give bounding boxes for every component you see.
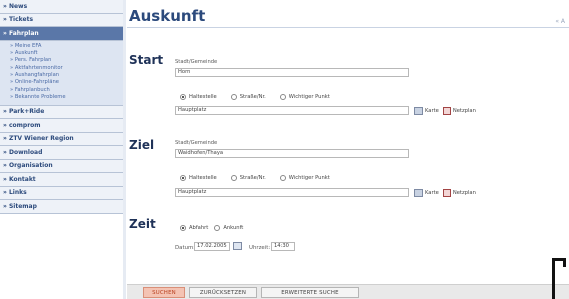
nav-item-comprom[interactable]: » comprom — [0, 119, 123, 133]
calendar-icon[interactable] — [233, 242, 242, 250]
search-button[interactable]: SUCHEN — [143, 287, 185, 298]
zeit-radio-ankunft-label: Ankunft — [223, 225, 244, 231]
ziel-radio-punkt[interactable]: Wichtiger Punkt — [279, 175, 330, 181]
ziel-type-radios: Haltestelle Straße/Nr. Wichtiger Punkt — [180, 175, 344, 181]
ziel-netplan-link[interactable]: Netzplan — [453, 190, 476, 196]
time-caption: Uhrzeit: — [249, 245, 271, 251]
sub-item-pers-fahrplan[interactable]: » Pers. Fahrplan — [0, 57, 123, 64]
zeit-radio-ankunft[interactable]: Ankunft — [214, 225, 243, 231]
ziel-radio-haltestelle-label: Haltestelle — [189, 175, 217, 181]
zeit-type-radios: Abfahrt Ankunft — [180, 225, 257, 231]
date-input[interactable]: 17.02.2005 — [194, 242, 230, 251]
ziel-map-links: Karte Netzplan — [414, 189, 476, 197]
radio-icon — [230, 175, 237, 181]
nav-item-fahrplan[interactable]: » Fahrplan — [0, 27, 123, 41]
start-type-radios: Haltestelle Straße/Nr. Wichtiger Punkt — [180, 94, 344, 100]
title-divider — [127, 27, 569, 28]
main-content: Auskunft « A Start Stadt/Gemeinde Horn H… — [127, 0, 569, 299]
radio-icon — [279, 94, 286, 100]
start-radio-haltestelle[interactable]: Haltestelle — [180, 94, 217, 100]
radio-icon — [214, 225, 221, 231]
sub-item-aushangfahrplan[interactable]: » Aushangfahrplan — [0, 72, 123, 79]
start-radio-punkt[interactable]: Wichtiger Punkt — [279, 94, 330, 100]
cursor-bracket-tick — [563, 258, 566, 267]
start-map-links: Karte Netzplan — [414, 107, 476, 115]
map-icon[interactable] — [414, 107, 423, 115]
start-radio-strasse-label: Straße/Nr. — [239, 94, 266, 100]
network-plan-icon[interactable] — [442, 189, 451, 197]
sub-item-fahrplanbuch[interactable]: » Fahrplanbuch — [0, 87, 123, 94]
zeit-radio-abfahrt[interactable]: Abfahrt — [180, 225, 208, 231]
sub-item-meine-efa[interactable]: » Meine EFA — [0, 43, 123, 50]
ziel-radio-strasse-label: Straße/Nr. — [239, 175, 266, 181]
nav-item-ztv-region[interactable]: » ZTV Wiener Region — [0, 132, 123, 147]
ziel-city-caption: Stadt/Gemeinde — [175, 140, 218, 146]
network-plan-icon[interactable] — [442, 107, 451, 115]
nav-submenu: » Meine EFA » Auskunft » Pers. Fahrplan … — [0, 40, 123, 106]
radio-icon — [279, 175, 286, 181]
sub-item-online-fahrplaene[interactable]: » Online-Fahrpläne — [0, 79, 123, 86]
nav-item-sitemap[interactable]: » Sitemap — [0, 200, 123, 214]
time-input[interactable]: 14:30 — [271, 242, 295, 251]
start-radio-strasse[interactable]: Straße/Nr. — [230, 94, 266, 100]
ziel-radio-punkt-label: Wichtiger Punkt — [288, 175, 330, 181]
start-map-link[interactable]: Karte — [425, 108, 439, 114]
nav-item-tickets[interactable]: » Tickets — [0, 13, 123, 27]
radio-checked-icon — [180, 94, 186, 100]
ziel-radio-strasse[interactable]: Straße/Nr. — [230, 175, 266, 181]
start-city-input[interactable]: Horn — [175, 68, 409, 77]
ziel-label: Ziel — [129, 138, 155, 152]
start-stop-input[interactable]: Hauptplatz — [175, 106, 409, 115]
nav-item-park-ride[interactable]: » Park+Ride — [0, 105, 123, 120]
radio-checked-icon — [180, 225, 186, 231]
sub-item-abfahrtsmonitor[interactable]: » Aktfahrtenmonitor — [0, 65, 123, 72]
start-label: Start — [129, 53, 164, 67]
ziel-city-input[interactable]: Waidhofen/Thaya — [175, 149, 409, 158]
start-radio-haltestelle-label: Haltestelle — [189, 94, 217, 100]
ziel-map-link[interactable]: Karte — [425, 190, 439, 196]
sub-item-auskunft[interactable]: » Auskunft — [0, 50, 123, 57]
sub-item-bekannte-probleme[interactable]: » Bekannte Probleme — [0, 94, 123, 101]
nav-item-download[interactable]: » Download — [0, 146, 123, 160]
text-size-control[interactable]: « A — [555, 18, 565, 25]
page-title: Auskunft — [129, 7, 206, 25]
radio-icon — [230, 94, 237, 100]
sidebar-nav: » News » Tickets » Fahrplan » Meine EFA … — [0, 0, 123, 299]
ziel-stop-input[interactable]: Hauptplatz — [175, 188, 409, 197]
date-caption: Datum: — [175, 245, 196, 251]
zeit-radio-abfahrt-label: Abfahrt — [189, 225, 209, 231]
nav-item-news[interactable]: » News — [0, 0, 123, 14]
nav-item-links[interactable]: » Links — [0, 186, 123, 201]
nav-item-kontakt[interactable]: » Kontakt — [0, 173, 123, 187]
map-icon[interactable] — [414, 189, 423, 197]
advanced-search-button[interactable]: ERWEITERTE SUCHE — [261, 287, 359, 298]
zeit-label: Zeit — [129, 217, 156, 231]
reset-button[interactable]: ZURÜCKSETZEN — [189, 287, 257, 298]
radio-checked-icon — [180, 175, 186, 181]
ziel-radio-haltestelle[interactable]: Haltestelle — [180, 175, 217, 181]
start-radio-punkt-label: Wichtiger Punkt — [288, 94, 330, 100]
start-city-caption: Stadt/Gemeinde — [175, 59, 218, 65]
sidebar-divider — [123, 0, 126, 299]
start-netplan-link[interactable]: Netzplan — [453, 108, 476, 114]
nav-item-organisation[interactable]: » Organisation — [0, 159, 123, 174]
